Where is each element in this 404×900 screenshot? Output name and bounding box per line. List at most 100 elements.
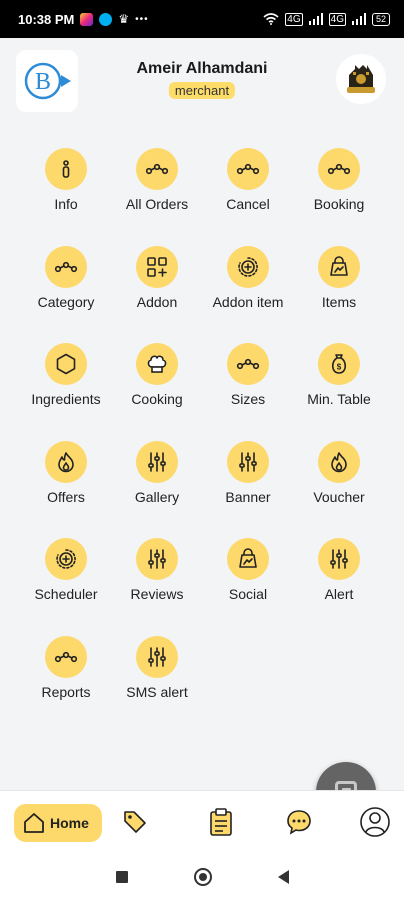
crown-icon: ♛ [118, 12, 130, 26]
sim1-icon: 4G [285, 12, 303, 26]
shop-bag-icon [318, 245, 360, 288]
menu-tile-label: Banner [225, 488, 271, 505]
menu-tile-label: SMS alert [126, 684, 188, 700]
instagram-icon [80, 12, 94, 26]
menu-tile-label: Addon [136, 293, 178, 310]
menu-tile-label: Sizes [230, 391, 266, 408]
flame-icon [318, 440, 360, 483]
bottom-navigation: Home [0, 790, 404, 854]
menu-tile-label: Booking [313, 196, 365, 212]
info-icon [45, 148, 87, 190]
nav-orders-button[interactable] [204, 805, 238, 839]
recents-button[interactable] [115, 871, 128, 883]
menu-tile-addon[interactable]: Addon [111, 245, 203, 310]
menu-tile-cooking[interactable]: Cooking [111, 343, 203, 407]
nav-offers-button[interactable] [118, 805, 152, 839]
menu-tile-ingredients[interactable]: Ingredients [20, 343, 112, 407]
shop-bag-icon [227, 538, 269, 581]
menu-tile-label: Category [37, 293, 95, 310]
nav-home-label: Home [50, 815, 89, 831]
tag-icon [124, 811, 146, 833]
status-bar: 10:38 PM ♛ ••• 4G 4G 52 [0, 0, 404, 38]
menu-tile-label: Reviews [130, 586, 184, 603]
menu-tile-social[interactable]: Social [202, 538, 294, 602]
store-emblem-icon [347, 65, 375, 93]
menu-tile-label: Info [54, 196, 78, 212]
menu-tile-addon-item[interactable]: Addon item [202, 245, 294, 310]
menu-tile-label: Social [228, 586, 268, 603]
menu-tile-label: Cooking [131, 391, 183, 408]
menu-tile-items[interactable]: Items [293, 245, 385, 310]
route-icon [227, 343, 269, 386]
home-system-button[interactable] [193, 868, 212, 886]
svg-text:$: $ [337, 363, 342, 372]
menu-tile-label: Reports [41, 684, 91, 700]
menu-tile-label: All Orders [125, 196, 189, 212]
home-system-dot [198, 873, 207, 881]
route-icon [45, 245, 87, 288]
apps-add-icon [136, 245, 178, 288]
route-icon [227, 148, 269, 190]
menu-tile-min-table[interactable]: $ Min. Table [293, 343, 385, 407]
home-icon [24, 813, 44, 833]
merchant-role-badge: merchant [168, 82, 236, 99]
menu-tile-info[interactable]: Info [20, 148, 112, 212]
status-time: 10:38 PM [18, 11, 75, 27]
menu-tile-category[interactable]: Category [20, 245, 112, 310]
sliders-icon [136, 440, 178, 483]
menu-tile-label: Cancel [226, 196, 270, 212]
chat-icon [287, 810, 311, 835]
menu-tile-label: Gallery [134, 488, 180, 505]
menu-tile-sms-alert[interactable]: SMS alert [111, 636, 203, 700]
timer-add-icon [45, 538, 87, 581]
timer-add-icon [227, 245, 269, 288]
status-left: 10:38 PM ♛ ••• [18, 12, 149, 27]
menu-tile-voucher[interactable]: Voucher [293, 440, 385, 505]
merchant-header: B Ameir Alhamdani merchant [0, 38, 404, 126]
nav-home-button[interactable]: Home [14, 804, 102, 842]
menu-tile-all-orders[interactable]: All Orders [111, 148, 203, 212]
menu-tile-label: Addon item [212, 293, 284, 310]
battery-icon: 52 [371, 12, 390, 26]
route-icon [136, 148, 178, 190]
more-icon: ••• [135, 13, 149, 25]
chef-hat-icon [136, 343, 178, 386]
clipboard-icon [210, 808, 232, 836]
menu-tile-label: Scheduler [34, 586, 98, 603]
menu-tile-banner[interactable]: Banner [202, 440, 294, 505]
menu-tile-sizes[interactable]: Sizes [202, 343, 294, 407]
sliders-icon [318, 538, 360, 581]
menu-tile-booking[interactable]: Booking [293, 148, 385, 212]
route-icon [318, 148, 360, 190]
menu-tile-offers[interactable]: Offers [20, 440, 112, 505]
menu-tile-alert[interactable]: Alert [293, 538, 385, 602]
sim2-icon: 4G [328, 12, 346, 26]
hexagon-icon [45, 343, 87, 386]
nav-profile-button[interactable] [358, 805, 392, 839]
menu-tile-label: Alert [324, 586, 354, 603]
user-profile-icon [360, 807, 390, 837]
money-bag-icon: $ [318, 343, 360, 386]
nav-chat-button[interactable] [282, 805, 316, 839]
wifi-icon [263, 13, 279, 25]
skype-icon [99, 12, 113, 26]
menu-tile-label: Voucher [313, 488, 365, 505]
status-right: 4G 4G 52 [263, 12, 390, 26]
sliders-icon [136, 636, 178, 678]
signal-icon [351, 13, 366, 25]
menu-tile-label: Offers [47, 488, 85, 505]
menu-tile-label: Items [321, 293, 357, 310]
menu-tile-cancel[interactable]: Cancel [202, 148, 294, 212]
menu-tile-reviews[interactable]: Reviews [111, 538, 203, 602]
system-navigation [0, 854, 404, 900]
back-button[interactable] [277, 870, 289, 884]
menu-tile-reports[interactable]: Reports [20, 636, 112, 700]
signal-icon [308, 13, 323, 25]
merchant-avatar[interactable] [336, 54, 386, 104]
sliders-icon [136, 538, 178, 581]
route-icon [45, 636, 87, 678]
menu-tile-scheduler[interactable]: Scheduler [20, 538, 112, 602]
flame-icon [45, 440, 87, 483]
sliders-icon [227, 440, 269, 483]
menu-tile-gallery[interactable]: Gallery [111, 440, 203, 505]
